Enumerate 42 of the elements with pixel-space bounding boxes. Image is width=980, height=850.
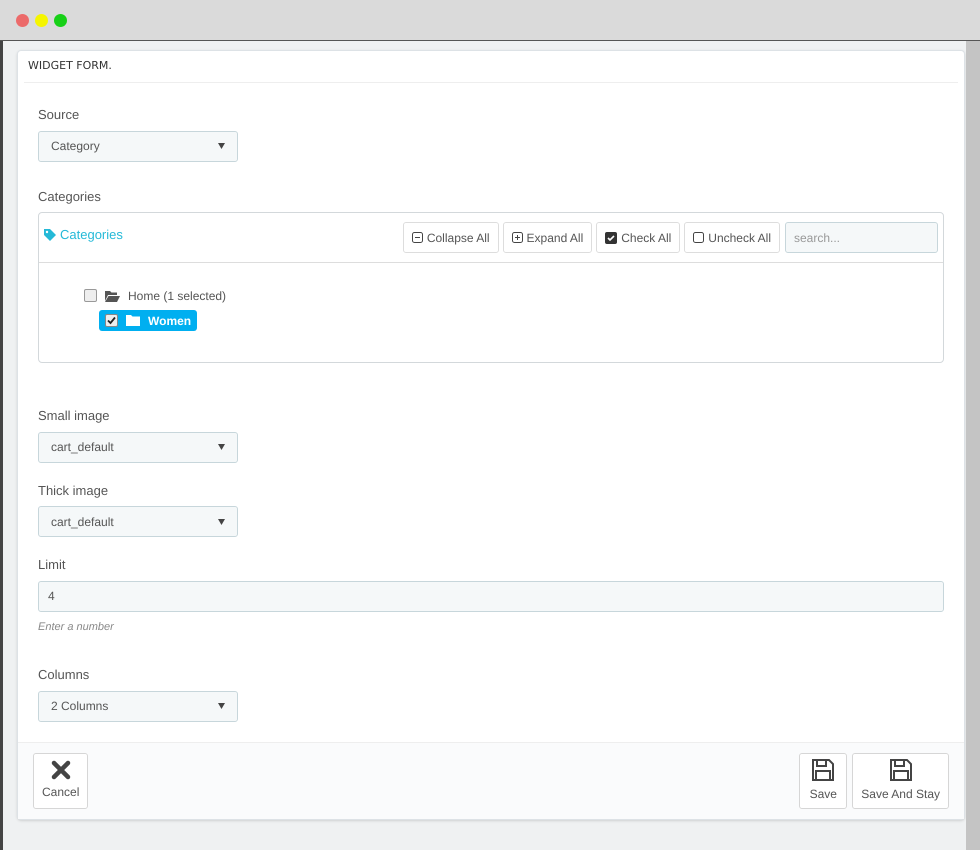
dropdown-caret-icon (218, 444, 225, 450)
checked-box-icon (605, 232, 618, 244)
search-field[interactable]: search... (785, 222, 938, 253)
field-label: Limit (38, 556, 66, 574)
tree-item-label: Home (1 selected) (128, 288, 226, 304)
toolbar-button[interactable]: Collapse All (402, 222, 499, 253)
close-icon (50, 760, 71, 780)
select-field[interactable]: 2 Columns (38, 690, 238, 722)
check-icon (107, 316, 116, 325)
dropdown-caret-icon (218, 703, 225, 709)
dropdown-caret-icon (218, 518, 225, 524)
tag-icon (44, 228, 56, 241)
tree-item-label: Women (148, 312, 192, 330)
select-field[interactable]: cart_default (38, 506, 238, 537)
save-button[interactable]: Save And Stay (852, 752, 949, 808)
field-label: Columns (38, 666, 90, 684)
panel-title: WIDGET FORM. (28, 58, 112, 74)
toolbar-button[interactable]: Check All (596, 222, 680, 253)
checkbox[interactable] (84, 289, 97, 302)
field-label: Categories (38, 188, 102, 206)
field-label: Small image (38, 407, 111, 425)
dropdown-caret-icon (218, 143, 225, 149)
save-button[interactable]: Save (799, 752, 848, 808)
select-field[interactable]: cart_default (38, 432, 238, 462)
help-text: Enter a number (38, 620, 116, 634)
minus-square-icon (412, 232, 423, 243)
toolbar-button[interactable]: Uncheck All (684, 222, 780, 253)
minimize-window-icon[interactable] (35, 14, 48, 26)
toolbar-button[interactable]: Expand All (502, 222, 592, 253)
cancel-button[interactable]: Cancel (33, 752, 88, 808)
select-field[interactable]: Category (38, 130, 238, 162)
plus-square-icon (512, 232, 523, 243)
tree-title: Categories (60, 226, 123, 244)
maximize-window-icon[interactable] (54, 14, 67, 26)
limit-input[interactable]: 4 (38, 580, 944, 612)
field-label: Source (38, 106, 80, 124)
scrollbar-track[interactable] (966, 41, 980, 850)
empty-box-icon (693, 232, 704, 243)
tree-item[interactable]: Home (1 selected) (84, 285, 226, 306)
checkbox[interactable] (105, 314, 118, 327)
field-label: Thick image (38, 482, 110, 500)
close-window-icon[interactable] (16, 14, 29, 26)
